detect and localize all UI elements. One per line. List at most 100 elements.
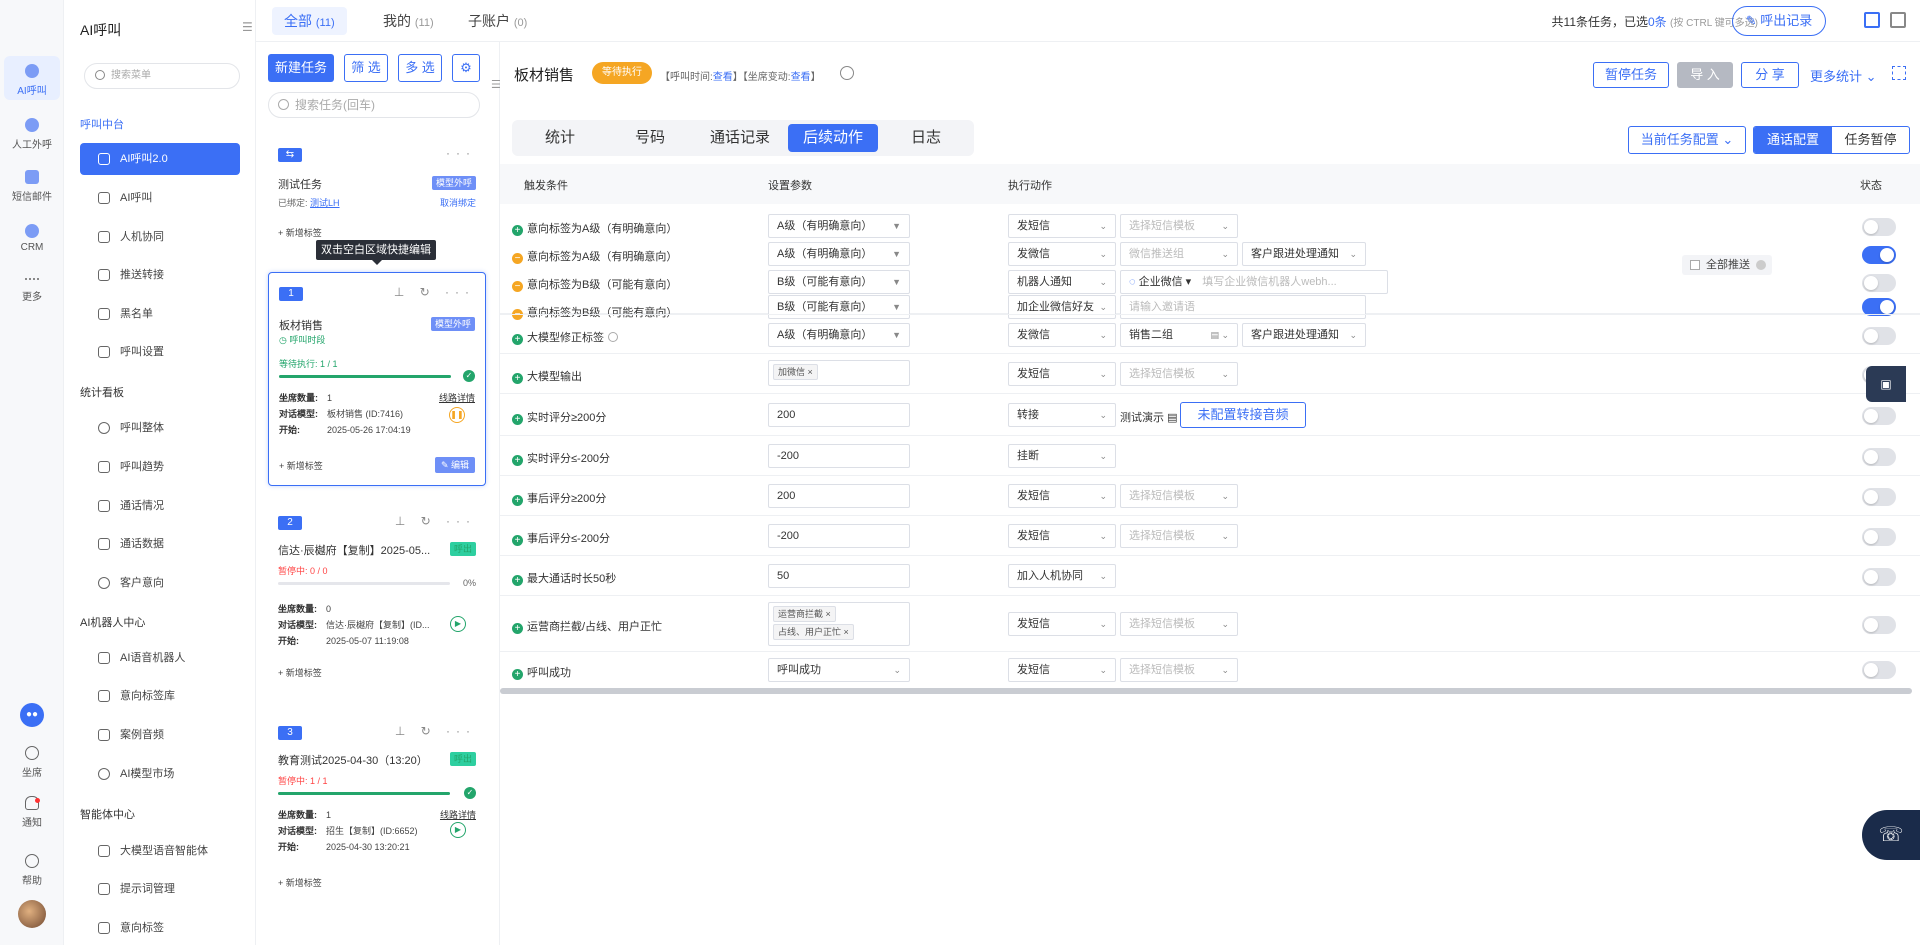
sms-template-select[interactable]: 选择短信模板 ⌄ xyxy=(1120,484,1238,508)
rail-item-more[interactable]: 更多 xyxy=(4,274,60,314)
add-tag-button[interactable]: + 新增标签 xyxy=(278,876,322,889)
tab-numbers[interactable]: 号码 xyxy=(608,124,692,152)
menu-item-llm-voice-agent[interactable]: 大模型语音智能体 xyxy=(80,835,240,867)
tab-all[interactable]: 全部 (11) xyxy=(272,7,347,35)
transfer-audio-button[interactable]: 未配置转接音频 xyxy=(1180,402,1306,428)
unbind-link[interactable]: 取消绑定 xyxy=(440,196,476,209)
filter-button[interactable]: 筛 选 xyxy=(344,54,388,82)
tab-follow-up-actions[interactable]: 后续动作 xyxy=(788,124,878,152)
menu-item-push-transfer[interactable]: 推送转接 xyxy=(80,259,240,291)
status-toggle[interactable] xyxy=(1862,616,1896,634)
push-all-checkbox[interactable]: 全部推送 xyxy=(1682,255,1772,275)
tab-logs[interactable]: 日志 xyxy=(884,124,968,152)
more-icon[interactable]: ··· xyxy=(446,146,476,160)
duration-input[interactable]: 50 xyxy=(768,564,910,588)
action-select[interactable]: 转接 ⌄ xyxy=(1008,403,1116,427)
share-button[interactable]: 分 享 xyxy=(1741,62,1799,88)
pause-icon[interactable]: ❚❚ xyxy=(449,407,465,423)
minus-icon[interactable]: − xyxy=(512,281,523,292)
action-select[interactable]: 机器人通知 ⌄ xyxy=(1008,270,1116,294)
action-select[interactable]: 发微信 ⌄ xyxy=(1008,323,1116,347)
new-task-button[interactable]: 新建任务 xyxy=(268,54,334,82)
document-icon[interactable]: ▤ xyxy=(1167,412,1177,424)
rail-item-help[interactable]: 帮助 xyxy=(4,852,60,892)
grid-view-icon[interactable] xyxy=(1864,12,1880,28)
param-select[interactable]: A级（有明确意向） ▼ xyxy=(768,242,910,266)
status-toggle[interactable] xyxy=(1862,661,1896,679)
view-seat-change-link[interactable]: 查看 xyxy=(791,72,811,83)
score-input[interactable]: 200 xyxy=(768,403,910,427)
settings-button[interactable]: ⚙ xyxy=(452,54,480,82)
play-icon[interactable]: ▶ xyxy=(450,616,466,632)
bound-user-link[interactable]: 测试LH xyxy=(310,198,340,208)
tab-call-records[interactable]: 通话记录 xyxy=(698,124,782,152)
minus-icon[interactable]: − xyxy=(512,253,523,264)
status-toggle[interactable] xyxy=(1862,568,1896,586)
status-toggle[interactable] xyxy=(1862,528,1896,546)
refresh-icon[interactable] xyxy=(840,66,854,80)
plus-icon[interactable]: + xyxy=(512,669,523,680)
task-search-input[interactable]: 搜索任务(回车) xyxy=(268,92,480,118)
param-select[interactable]: A级（有明确意向） ▼ xyxy=(768,214,910,238)
task-card[interactable]: 3 ⊥ ↻ ··· 教育测试2025-04-30（13:20） 呼出 暂停中: … xyxy=(268,710,486,910)
status-toggle[interactable] xyxy=(1862,327,1896,345)
status-toggle[interactable] xyxy=(1862,218,1896,236)
status-toggle[interactable] xyxy=(1862,488,1896,506)
rail-item-sms-mail[interactable]: 短信邮件 xyxy=(4,166,60,206)
phone-float-icon[interactable]: ☏ xyxy=(1862,810,1920,860)
menu-item-blacklist[interactable]: 黑名单 xyxy=(80,298,240,330)
action-select[interactable]: 发微信 ⌄ xyxy=(1008,242,1116,266)
card-actions[interactable]: ⊥ ↻ ··· xyxy=(394,285,475,299)
menu-item-intent-tag-lib[interactable]: 意向标签库 xyxy=(80,680,240,712)
card-actions[interactable]: ⊥ ↻ ··· xyxy=(395,514,476,528)
sms-template-select[interactable]: 选择短信模板 ⌄ xyxy=(1120,524,1238,548)
menu-item-call-trend[interactable]: 呼叫趋势 xyxy=(80,451,240,483)
plus-icon[interactable]: + xyxy=(512,623,523,634)
notice-template-select[interactable]: 客户跟进处理通知 ⌄ xyxy=(1242,242,1366,266)
carrier-status-select[interactable]: 运营商拦截 × 占线、用户正忙 × xyxy=(768,602,910,646)
robot-webhook-input[interactable]: ◌ 企业微信 ▾ 填写企业微信机器人webh... xyxy=(1120,270,1388,294)
task-card-selected[interactable]: 1 ⊥ ↻ ··· 板材销售 模型外呼 ◷ 呼叫时段 等待执行: 1 / 1 ✓… xyxy=(268,272,486,486)
param-select[interactable]: A级（有明确意向） ▼ xyxy=(768,323,910,347)
action-select[interactable]: 发短信 ⌄ xyxy=(1008,362,1116,386)
plus-icon[interactable]: + xyxy=(512,535,523,546)
multi-select-button[interactable]: 多 选 xyxy=(398,54,442,82)
chat-float-icon[interactable]: ▣ xyxy=(1866,366,1906,402)
menu-item-customer-intent[interactable]: 客户意向 xyxy=(80,567,240,599)
collapse-menu-icon[interactable]: ☰ xyxy=(242,20,256,34)
menu-item-call-data[interactable]: 通话数据 xyxy=(80,528,240,560)
sms-template-select[interactable]: 选择短信模板 ⌄ xyxy=(1120,612,1238,636)
plus-icon[interactable]: + xyxy=(512,225,523,236)
sms-template-select[interactable]: 选择短信模板 ⌄ xyxy=(1120,362,1238,386)
sms-template-select[interactable]: 选择短信模板 ⌄ xyxy=(1120,658,1238,682)
action-select[interactable]: 发短信 ⌄ xyxy=(1008,524,1116,548)
menu-item-collab[interactable]: 人机协同 xyxy=(80,221,240,253)
menu-item-voice-robot[interactable]: AI语音机器人 xyxy=(80,642,240,674)
add-tag-button[interactable]: + 新增标签 xyxy=(278,226,322,239)
tab-mine[interactable]: 我的 (11) xyxy=(371,7,446,35)
import-button[interactable]: 导 入 xyxy=(1677,62,1733,88)
plus-icon[interactable]: + xyxy=(512,334,523,345)
score-input[interactable]: -200 xyxy=(768,444,910,468)
rail-item-manual-call[interactable]: 人工外呼 xyxy=(4,114,60,154)
menu-item-call-status[interactable]: 通话情况 xyxy=(80,490,240,522)
action-select[interactable]: 发短信 ⌄ xyxy=(1008,214,1116,238)
add-tag-button[interactable]: + 新增标签 xyxy=(279,459,323,472)
menu-item-ai-call-2[interactable]: AI呼叫2.0 xyxy=(80,143,240,175)
status-toggle[interactable] xyxy=(1862,274,1896,292)
avatar[interactable] xyxy=(18,900,46,928)
config-select[interactable]: 当前任务配置 ⌄ xyxy=(1628,126,1746,154)
menu-item-intent-tag[interactable]: 意向标签 xyxy=(80,912,240,944)
fullscreen-icon[interactable] xyxy=(1892,66,1906,80)
add-tag-button[interactable]: + 新增标签 xyxy=(278,666,322,679)
menu-search-input[interactable]: 搜索菜单 xyxy=(84,63,240,89)
rail-item-crm[interactable]: CRM xyxy=(4,220,60,260)
line-detail-link[interactable]: 线路详情 xyxy=(440,808,476,821)
assistant-icon[interactable]: ●● xyxy=(20,703,44,727)
task-card[interactable]: 2 ⊥ ↻ ··· 信达·辰樾府【复制】2025-05... 呼出 暂停中: 0… xyxy=(268,500,486,700)
view-call-time-link[interactable]: 查看 xyxy=(713,72,733,83)
plus-icon[interactable]: + xyxy=(512,455,523,466)
tab-task-pause[interactable]: 任务暂停 xyxy=(1832,127,1909,153)
line-detail-link[interactable]: 线路详情 xyxy=(439,391,475,404)
play-icon[interactable]: ▶ xyxy=(450,822,466,838)
